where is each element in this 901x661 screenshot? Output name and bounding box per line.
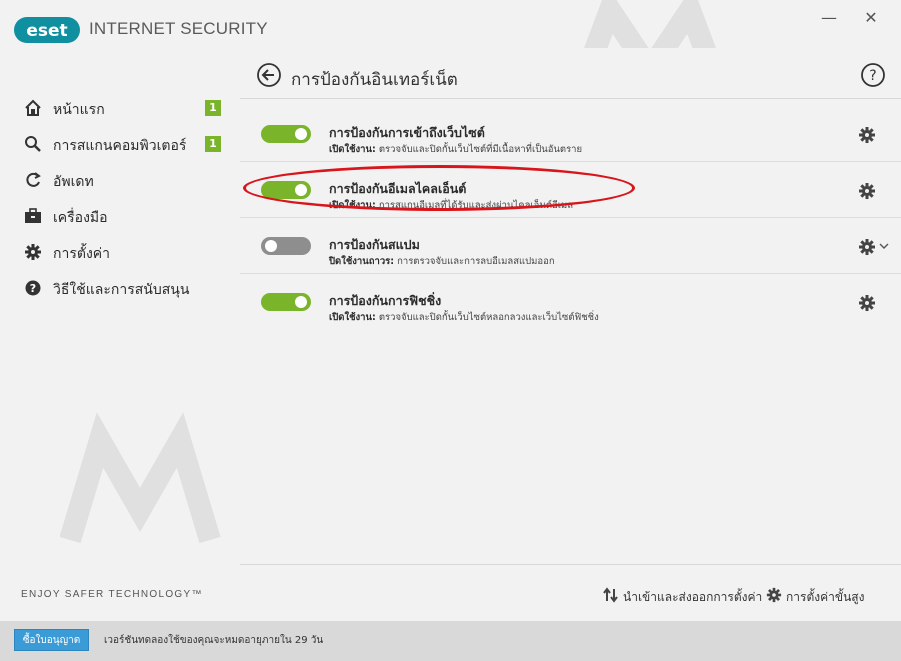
sidebar-item-setup[interactable]: การตั้งค่า xyxy=(0,236,240,268)
sidebar-item-tools[interactable]: เครื่องมือ xyxy=(0,200,240,232)
svg-text:?: ? xyxy=(869,68,876,84)
gear-icon xyxy=(766,587,782,603)
gear-icon[interactable] xyxy=(858,238,876,256)
protection-title: การป้องกันการฟิชชิ่ง xyxy=(329,293,442,308)
protection-status: เปิดใช้งาน: xyxy=(329,200,376,211)
trial-expiry-text: เวอร์ชันทดลองใช้ของคุณจะหมดอายุภายใน 29 … xyxy=(104,635,324,646)
antiphishing-toggle[interactable] xyxy=(261,293,311,311)
sidebar-item-update[interactable]: อัพเดท xyxy=(0,164,240,196)
main-content: การป้องกันอินเทอร์เน็ต ? การป้องกันการเข… xyxy=(240,48,901,621)
help-button[interactable]: ? xyxy=(860,62,886,88)
protection-status: ปิดใช้งานถาวร: xyxy=(329,256,395,267)
protection-description: เปิดใช้งาน: ตรวจจับและปิดกั้นเว็บไซต์หลอ… xyxy=(329,310,599,325)
divider xyxy=(240,564,901,565)
advanced-setup-label: การตั้งค่าขั้นสูง xyxy=(786,590,865,604)
gear-icon xyxy=(25,244,41,260)
toggle-knob xyxy=(295,184,307,196)
sidebar-item-label: อัพเดท xyxy=(53,174,94,190)
gear-icon[interactable] xyxy=(858,126,876,144)
help-icon: ? xyxy=(25,280,41,296)
protection-status: เปิดใช้งาน: xyxy=(329,144,376,155)
page-title: การป้องกันอินเทอร์เน็ต xyxy=(291,70,458,90)
sidebar-item-label: การสแกนคอมพิวเตอร์ xyxy=(53,138,187,154)
sidebar-item-label: การตั้งค่า xyxy=(53,246,111,262)
toggle-knob xyxy=(295,128,307,140)
advanced-setup-link[interactable]: การตั้งค่าขั้นสูง xyxy=(766,586,901,606)
minimize-button[interactable]: — xyxy=(818,8,840,28)
back-button[interactable] xyxy=(256,62,282,88)
svg-text:eset: eset xyxy=(26,21,67,41)
tagline: ENJOY SAFER TECHNOLOGY™ xyxy=(21,589,203,600)
search-icon xyxy=(25,136,41,152)
email-client-toggle[interactable] xyxy=(261,181,311,199)
status-bar: ซื้อใบอนุญาต เวอร์ชันทดลองใช้ของคุณจะหมด… xyxy=(0,621,901,661)
gear-icon[interactable] xyxy=(858,294,876,312)
refresh-icon xyxy=(26,172,41,187)
protection-row-antispam: การป้องกันสแปม ปิดใช้งานถาวร: การตรวจจับ… xyxy=(240,218,901,274)
app-title: INTERNET SECURITY xyxy=(89,19,268,38)
import-export-label: นำเข้าและส่งออกการตั้งค่า xyxy=(623,590,763,604)
sidebar-item-label: เครื่องมือ xyxy=(53,210,108,226)
protection-description: เปิดใช้งาน: การสแกนอีเมลที่ได้รับและส่งผ… xyxy=(329,198,573,213)
home-icon xyxy=(25,99,41,116)
sidebar-item-help-support[interactable]: ? วิธีใช้และการสนับสนุน xyxy=(0,272,240,304)
toggle-knob xyxy=(295,296,307,308)
protection-title: การป้องกันสแปม xyxy=(329,237,420,252)
briefcase-icon xyxy=(25,208,41,223)
protection-title: การป้องกันการเข้าถึงเว็บไซต์ xyxy=(329,125,485,140)
svg-text:?: ? xyxy=(30,282,36,295)
notification-badge: 1 xyxy=(205,136,221,152)
protection-description: เปิดใช้งาน: ตรวจจับและปิดกั้นเว็บไซต์ที่… xyxy=(329,142,582,157)
toggle-knob xyxy=(265,240,277,252)
sidebar-item-home[interactable]: หน้าแรก 1 xyxy=(0,92,240,124)
sidebar-item-label: หน้าแรก xyxy=(53,102,105,118)
chevron-down-icon[interactable] xyxy=(878,240,890,252)
divider xyxy=(240,98,901,99)
sidebar-item-computer-scan[interactable]: การสแกนคอมพิวเตอร์ 1 xyxy=(0,128,240,160)
antispam-toggle[interactable] xyxy=(261,237,311,255)
sidebar-item-label: วิธีใช้และการสนับสนุน xyxy=(53,282,190,298)
protection-row-email-client: การป้องกันอีเมลไคลเอ็นต์ เปิดใช้งาน: การ… xyxy=(240,162,901,218)
protection-description: ปิดใช้งานถาวร: การตรวจจับและการลบอีเมลสแ… xyxy=(329,254,555,269)
notification-badge: 1 xyxy=(205,100,221,116)
protection-detail: ตรวจจับและปิดกั้นเว็บไซต์หลอกลวงและเว็บไ… xyxy=(378,312,599,323)
protection-detail: การสแกนอีเมลที่ได้รับและส่งผ่านไคลเอ็นต์… xyxy=(378,200,574,211)
import-export-settings-link[interactable]: นำเข้าและส่งออกการตั้งค่า xyxy=(603,586,763,606)
web-access-toggle[interactable] xyxy=(261,125,311,143)
gear-icon[interactable] xyxy=(858,182,876,200)
eset-main-window: eset INTERNET SECURITY — ✕ หน้าแรก 1 การ… xyxy=(0,0,901,661)
protection-row-web-access: การป้องกันการเข้าถึงเว็บไซต์ เปิดใช้งาน:… xyxy=(240,106,901,162)
protection-row-antiphishing: การป้องกันการฟิชชิ่ง เปิดใช้งาน: ตรวจจับ… xyxy=(240,274,901,330)
buy-license-button[interactable]: ซื้อใบอนุญาต xyxy=(14,629,89,651)
eset-logo: eset xyxy=(14,17,80,43)
protection-title: การป้องกันอีเมลไคลเอ็นต์ xyxy=(329,181,467,196)
import-export-icon xyxy=(603,587,618,603)
protection-detail: ตรวจจับและปิดกั้นเว็บไซต์ที่มีเนื้อหาที่… xyxy=(378,144,583,155)
close-button[interactable]: ✕ xyxy=(860,8,882,28)
protection-detail: การตรวจจับและการลบอีเมลสแปมออก xyxy=(397,256,555,267)
protection-status: เปิดใช้งาน: xyxy=(329,312,376,323)
